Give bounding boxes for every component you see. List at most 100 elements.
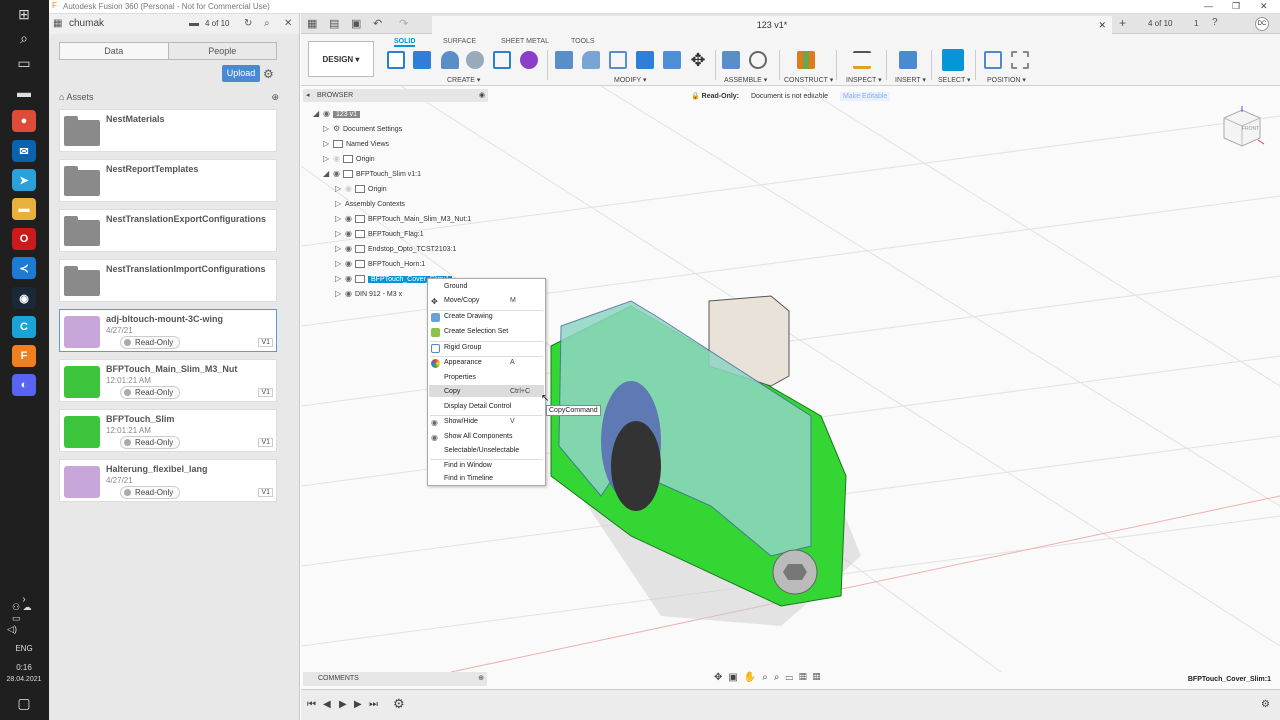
add-comment-icon[interactable]: ⊕ [478,672,484,686]
capture-position-icon[interactable] [1011,51,1029,69]
new-tab-icon[interactable]: + [1119,16,1126,30]
folder-card[interactable]: NestMaterials [59,109,277,152]
read-only-badge[interactable]: Read-Only [120,336,181,349]
upload-button[interactable]: Upload [222,65,260,82]
measure-icon[interactable] [853,51,871,69]
read-only-badge[interactable]: Read-Only [120,486,181,499]
mail-icon[interactable]: ✉ [12,140,36,162]
restore-icon[interactable]: ❐ [1232,1,1240,12]
menu-item-create-drawing[interactable]: Create Drawing [444,313,493,320]
user-avatar[interactable]: DC [1255,17,1269,31]
tab-tools[interactable]: TOOLS [571,38,595,45]
job-status[interactable]: 1 [1194,19,1198,28]
read-only-badge[interactable]: Read-Only [120,386,181,399]
folder-card[interactable]: NestTranslationExportConfigurations [59,209,277,252]
tree-item[interactable]: ▷ ◉ DIN 912 - M3 x [335,287,402,300]
viewports-icon[interactable]: ▦ [813,672,827,683]
discord-icon[interactable]: ◐ [12,374,36,396]
tree-item[interactable]: ▷ ◉ Endstop_Opto_TCST2103:1 [335,242,456,255]
menu-item-appearance[interactable]: Appearance [444,359,482,366]
hole-icon[interactable] [466,51,484,69]
play-icon[interactable]: ▶ [339,699,347,710]
menu-item-copy[interactable]: Copy [444,388,460,395]
steam-icon[interactable]: ◉ [12,287,36,309]
group-insert[interactable]: INSERT ▾ [895,76,926,84]
combine-icon[interactable] [636,51,654,69]
create-sketch-icon[interactable] [387,51,405,69]
step-back-icon[interactable]: ◀ [323,699,331,710]
version-select[interactable]: V1 [258,488,273,497]
menu-item-create-selection-set[interactable]: Create Selection Set [444,328,508,335]
close-tab-icon[interactable]: ✕ [1098,16,1106,34]
tab-sheet-metal[interactable]: SHEET METAL [501,38,549,45]
menu-item-properties[interactable]: Properties [444,374,476,381]
menu-item-show-hide[interactable]: Show/Hide [444,418,478,425]
task-view-icon[interactable]: ▭ [12,52,36,74]
help-icon[interactable]: ? [1212,17,1218,28]
workspace-switcher[interactable]: DESIGN ▾ [308,41,374,77]
version-select[interactable]: V1 [258,388,273,397]
tree-item[interactable]: ▷ Named Views [323,137,389,150]
document-counter[interactable]: 4 of 10 [205,19,229,28]
gear-icon[interactable]: ⚙ [263,67,274,81]
save-icon[interactable]: ▣ [351,17,361,30]
fillet-icon[interactable] [582,51,600,69]
zoom-icon[interactable]: ⌕ [762,672,774,683]
tree-item[interactable]: ▷ ◉ BFPTouch_Horn:1 [335,257,425,270]
menu-item-move-copy[interactable]: Move/Copy [444,297,479,304]
menu-item-rigid-group[interactable]: Rigid Group [444,344,481,351]
close-panel-icon[interactable]: ✕ [284,18,292,29]
align-icon[interactable] [984,51,1002,69]
search-icon[interactable]: ⌕ [12,27,36,49]
viewcube[interactable]: FRONT [1218,104,1266,152]
look-at-icon[interactable]: ▣ [728,672,743,683]
tree-root[interactable]: ◢ ◉ 123 v1 [313,107,361,120]
group-assemble[interactable]: ASSEMBLE ▾ [724,76,767,84]
new-folder-icon[interactable]: ⊕ [271,92,279,103]
tab-people[interactable]: People [167,43,276,59]
file-card[interactable]: Halterung_flexibel_lang 4/27/21 Read-Onl… [59,459,277,502]
clock-time[interactable]: 0:16 [12,661,36,673]
orbit-icon[interactable]: ✥ [714,672,728,683]
refresh-icon[interactable]: ↻ [244,18,252,29]
menu-item-display-detail-control[interactable]: Display Detail Control [444,403,511,410]
select-icon[interactable] [942,49,964,71]
redo-icon[interactable]: ↷ [399,17,408,30]
pan-icon[interactable]: ✋ [744,672,762,683]
home-icon[interactable]: ⌂ [59,92,64,102]
chrome-icon[interactable]: ● [12,110,36,132]
offset-plane-icon[interactable] [797,51,815,69]
cortana-c-icon[interactable]: C [12,316,36,338]
pin-icon[interactable]: ◉ [479,89,485,102]
fusion360-icon[interactable]: F [12,345,36,367]
joint-icon[interactable] [749,51,767,69]
version-select[interactable]: V1 [258,338,273,347]
shell-icon[interactable] [609,51,627,69]
form-icon[interactable] [520,51,538,69]
timeline-settings-icon[interactable]: ⚙ [1261,699,1270,710]
vscode-icon[interactable]: ≺ [12,257,36,279]
windows-start-icon[interactable]: ⊞ [12,3,36,25]
file-explorer-icon[interactable]: ▬ [12,198,36,220]
fit-icon[interactable]: ⌕ [774,672,786,683]
pattern-icon[interactable] [493,51,511,69]
move-icon[interactable]: ✥ [689,51,707,69]
undo-icon[interactable]: ↶ [373,17,382,30]
folder-card[interactable]: NestReportTemplates [59,159,277,202]
tree-item[interactable]: ▷ ⚙ Document Settings [323,122,402,135]
new-component-icon[interactable] [722,51,740,69]
version-select[interactable]: V1 [258,438,273,447]
tab-solid[interactable]: SOLID [394,38,416,47]
collapse-icon[interactable]: ◂ [306,89,310,102]
group-select[interactable]: SELECT ▾ [938,76,971,84]
team-name[interactable]: chumak [69,18,104,29]
split-icon[interactable] [663,51,681,69]
tab-data[interactable]: Data [60,43,168,59]
folder-icon[interactable]: ▬ [189,18,199,29]
group-construct[interactable]: CONSTRUCT ▾ [784,76,833,84]
folder-card[interactable]: NestTranslationImportConfigurations [59,259,277,302]
menu-item-find-in-window[interactable]: Find in Window [444,462,492,469]
language-indicator[interactable]: ENG [12,637,36,659]
document-tab[interactable]: 123 v1* ✕ [432,16,1112,34]
step-forward-icon[interactable]: ▶ [354,699,362,710]
